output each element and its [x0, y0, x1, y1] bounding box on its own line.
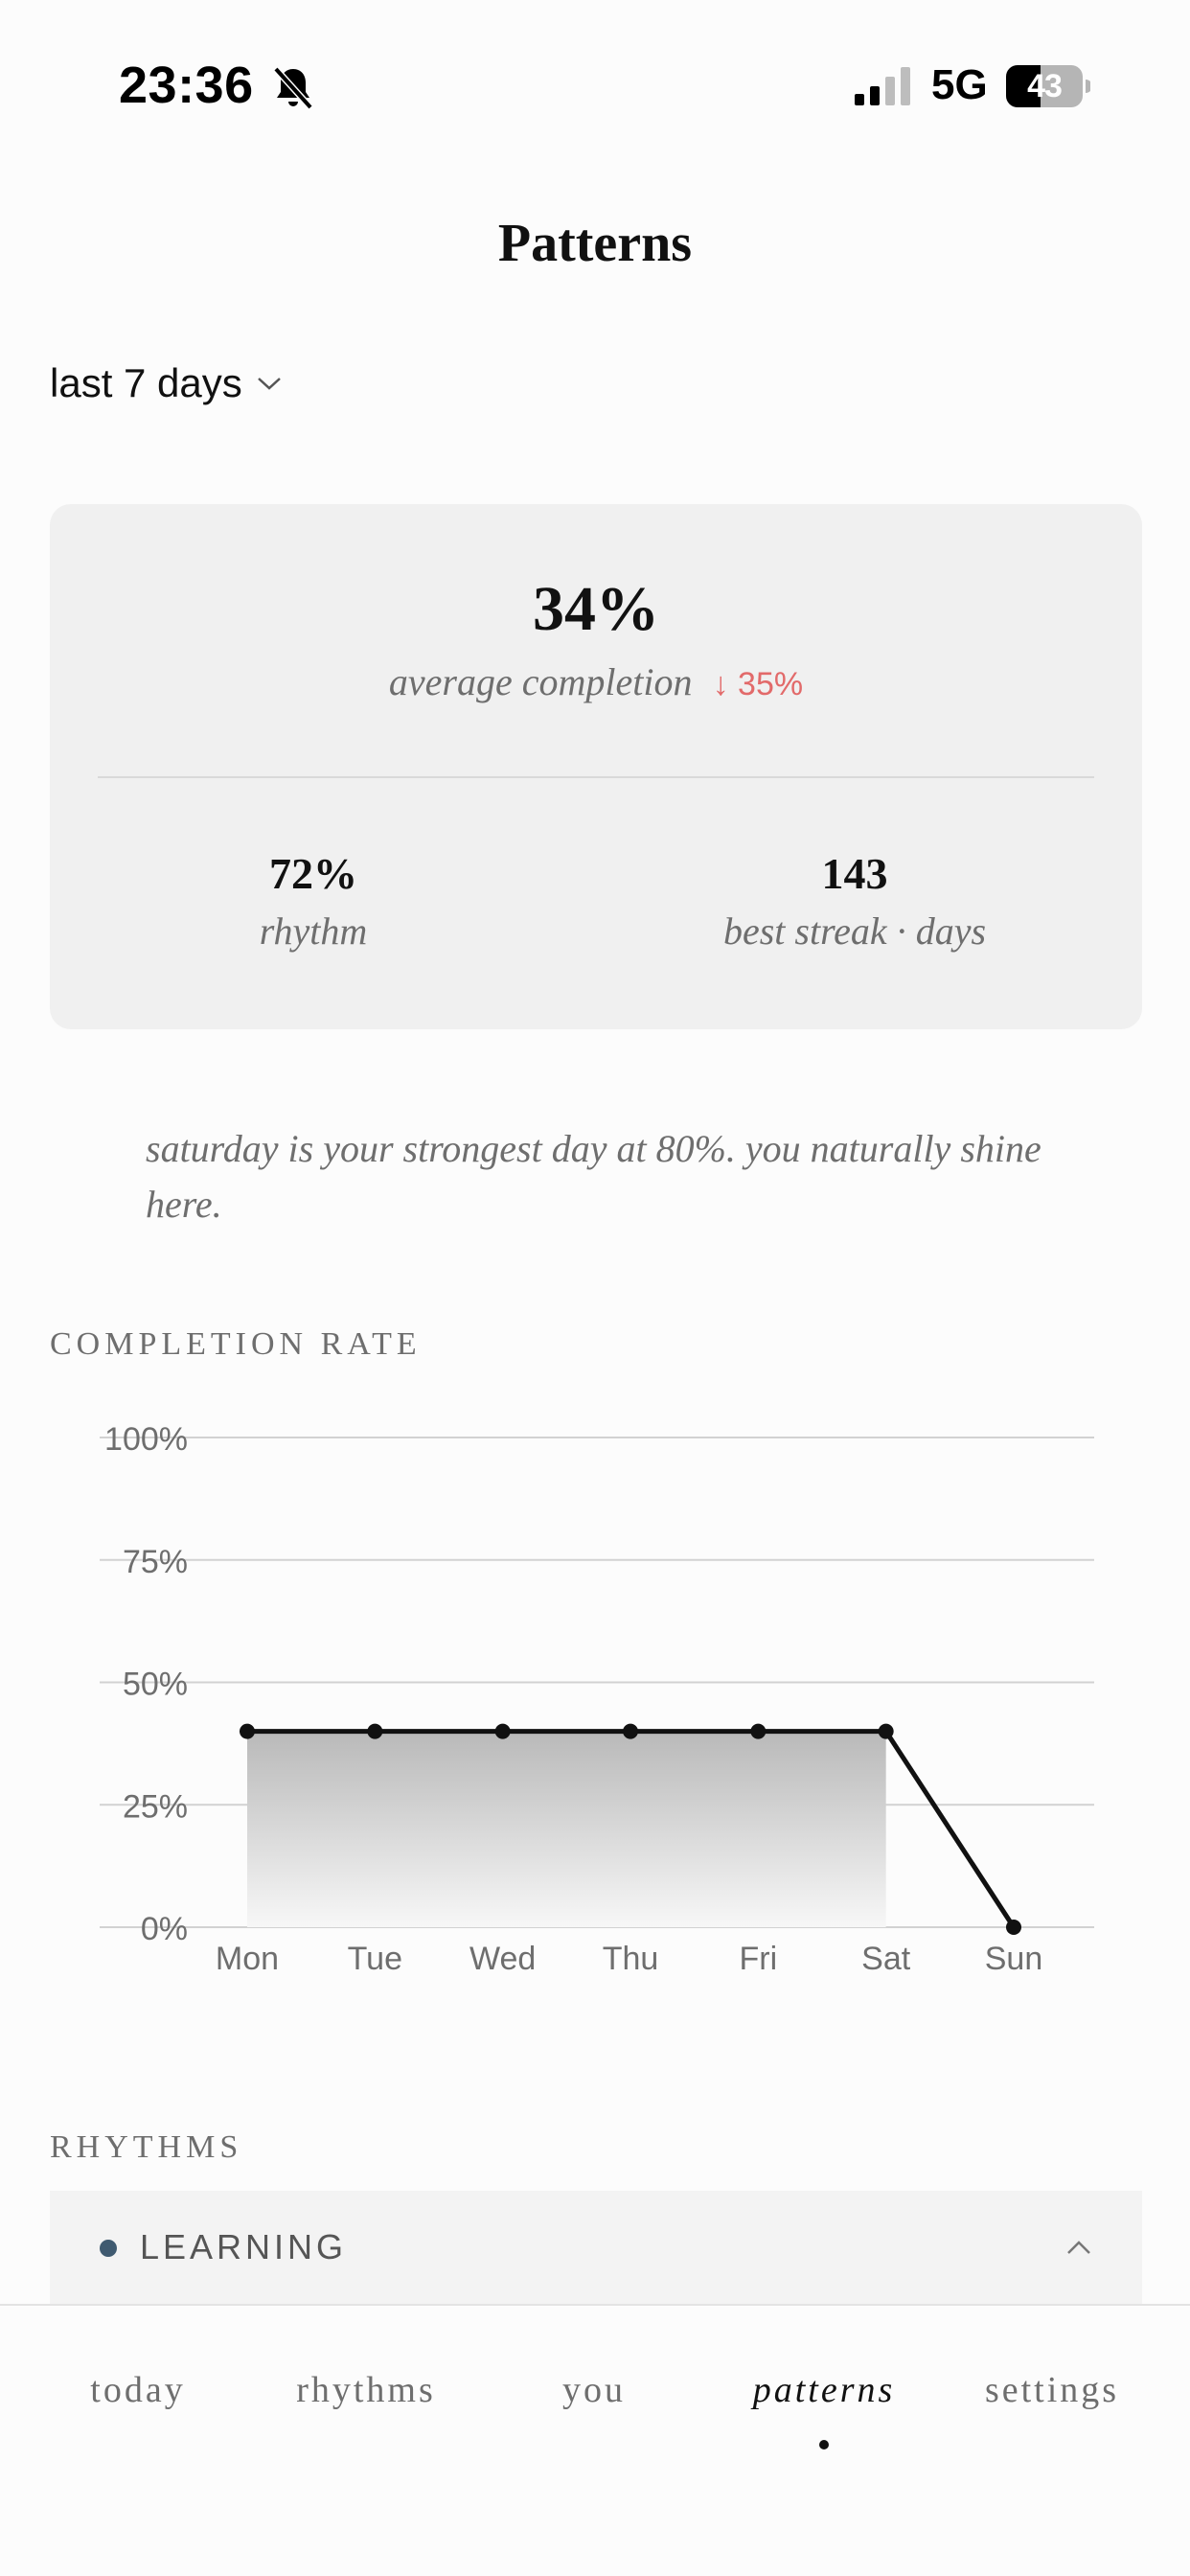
summary-card: 34% average completion ↓ 35% 72% rhythm …: [50, 504, 1142, 1029]
rhythms-heading: RHYTHMS: [50, 2129, 243, 2165]
x-tick-label: Tue: [348, 1941, 402, 1977]
page-title: Patterns: [497, 214, 693, 273]
best-streak-stat: 143 best streak · days: [606, 849, 1104, 954]
category-dot: [100, 2240, 117, 2257]
completion-rate-heading: COMPLETION RATE: [50, 1326, 422, 1362]
average-completion-row: average completion ↓ 35%: [50, 659, 1142, 704]
tab-today[interactable]: today: [23, 2369, 253, 2411]
bell-muted-icon: [273, 66, 313, 109]
insight-text: saturday is your strongest day at 80%. y…: [146, 1127, 1041, 1226]
tab-bar: today rhythms you patterns settings: [0, 2304, 1190, 2576]
rhythm-group-label: LEARNING: [140, 2227, 348, 2266]
data-point: [240, 1723, 255, 1739]
card-divider: [98, 776, 1094, 778]
y-tick-label: 75%: [123, 1544, 188, 1580]
x-tick-label: Wed: [469, 1941, 536, 1977]
patterns-screen: 23:36 5G 43 Patterns last 7 days 34% ave…: [0, 0, 1190, 2576]
tab-settings[interactable]: settings: [937, 2369, 1167, 2411]
chevron-up-icon: [1067, 2241, 1090, 2254]
data-point: [367, 1723, 383, 1739]
status-bar: 23:36 5G 43: [0, 0, 1190, 172]
data-point: [494, 1723, 511, 1739]
x-tick-label: Sun: [985, 1941, 1043, 1977]
rhythm-value: 72%: [269, 849, 357, 898]
network-type: 5G: [931, 61, 988, 108]
status-time: 23:36: [119, 57, 254, 114]
x-tick-label: Mon: [216, 1941, 279, 1977]
battery-level: 43: [1027, 68, 1063, 104]
rhythm-group-learning[interactable]: LEARNING: [50, 2191, 1142, 2304]
x-tick-label: Thu: [603, 1941, 659, 1977]
tab-rhythms[interactable]: rhythms: [251, 2369, 481, 2411]
average-completion-label: average completion: [388, 660, 693, 703]
rhythm-label: rhythm: [259, 909, 368, 953]
y-tick-label: 0%: [141, 1911, 188, 1947]
date-range-select[interactable]: last 7 days: [50, 355, 283, 412]
x-tick-label: Sat: [861, 1941, 911, 1977]
rhythm-stat: 72% rhythm: [98, 849, 529, 954]
data-point: [878, 1723, 894, 1739]
y-tick-label: 100%: [104, 1421, 188, 1458]
best-streak-label: best streak · days: [722, 909, 987, 953]
data-point: [1006, 1920, 1021, 1935]
y-tick-label: 25%: [123, 1788, 188, 1825]
completion-rate-chart: 0% 25% 50% 75% 100% Mon Tue Wed Thu Fri Sat Sun: [100, 1421, 1094, 1977]
tab-you[interactable]: you: [479, 2369, 709, 2411]
y-tick-label: 50%: [123, 1667, 188, 1703]
completion-change-badge: ↓ 35%: [712, 666, 804, 702]
series-area: [247, 1731, 886, 1927]
x-tick-label: Fri: [740, 1941, 778, 1977]
chevron-down-icon: [257, 378, 281, 390]
tab-patterns[interactable]: patterns: [709, 2369, 939, 2411]
date-range-label: last 7 days: [50, 360, 242, 405]
signal-icon: [855, 67, 910, 105]
data-point: [623, 1723, 638, 1739]
active-tab-indicator: [819, 2440, 829, 2450]
data-point: [750, 1723, 767, 1739]
best-streak-value: 143: [821, 849, 888, 898]
average-completion-value: 34%: [533, 574, 659, 644]
